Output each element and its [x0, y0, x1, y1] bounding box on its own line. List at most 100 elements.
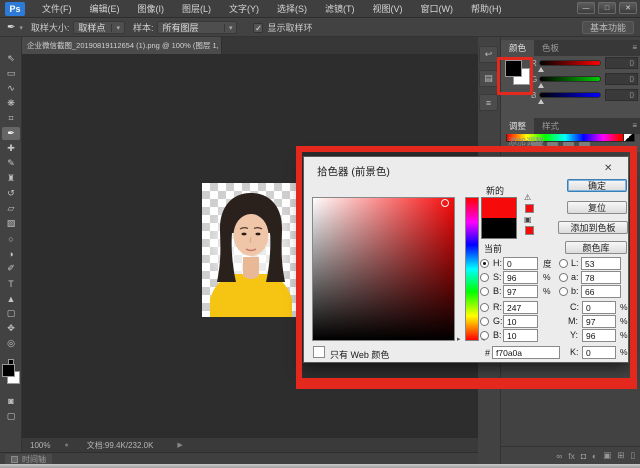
gamut-warning-icon[interactable]: ⚠: [524, 193, 531, 202]
b2-radio[interactable]: [480, 331, 489, 340]
close-icon[interactable]: ✕: [604, 163, 612, 174]
new-layer-icon[interactable]: ⊞: [617, 450, 624, 461]
web-only-checkbox[interactable]: [313, 346, 325, 358]
dodge-tool[interactable]: ◑: [2, 247, 20, 260]
color-field[interactable]: [312, 197, 455, 341]
crop-tool[interactable]: ⌗: [2, 112, 20, 125]
hue-slider[interactable]: [465, 197, 479, 341]
shape-tool[interactable]: ▢: [2, 307, 20, 320]
l-radio[interactable]: [559, 259, 568, 268]
type-tool[interactable]: T: [2, 277, 20, 290]
preset-caret-icon[interactable]: ▾: [19, 24, 23, 32]
green-value[interactable]: 0: [605, 73, 638, 85]
sample-layers-dropdown[interactable]: 所有图层 ▾: [157, 21, 237, 34]
gradient-tool[interactable]: ▨: [2, 217, 20, 230]
menu-image[interactable]: 图像(I): [129, 0, 174, 18]
color-field-marker-icon[interactable]: [441, 199, 449, 207]
tab-swatches[interactable]: 色板: [534, 40, 567, 56]
brush-tool[interactable]: ✎: [2, 157, 20, 170]
zoom-level[interactable]: 100%: [30, 441, 50, 450]
web-swatch[interactable]: [525, 226, 534, 235]
web-warning-icon[interactable]: ▣: [524, 215, 532, 224]
screen-mode-button[interactable]: ▢: [2, 410, 20, 423]
panel-menu-icon[interactable]: ≡: [632, 43, 637, 52]
quick-mask-button[interactable]: ◙: [2, 394, 20, 407]
k-input[interactable]: [582, 346, 616, 359]
menu-view[interactable]: 视图(V): [364, 0, 412, 18]
red-slider-thumb-icon[interactable]: [538, 67, 544, 72]
adjustment-icon[interactable]: [547, 142, 558, 151]
adjustment-icon[interactable]: [531, 142, 542, 151]
healing-brush-tool[interactable]: ✚: [2, 142, 20, 155]
s-radio[interactable]: [480, 273, 489, 282]
marquee-tool[interactable]: ▭: [2, 67, 20, 80]
y-input[interactable]: [582, 329, 616, 342]
menu-file[interactable]: 文件(F): [33, 0, 81, 18]
ok-button[interactable]: 确定: [567, 179, 627, 192]
menu-edit[interactable]: 编辑(E): [81, 0, 129, 18]
layer-style-icon[interactable]: fx: [568, 451, 575, 461]
link-layers-icon[interactable]: ∞: [556, 451, 562, 461]
add-to-swatches-button[interactable]: 添加到色板: [558, 221, 628, 234]
s-input[interactable]: [503, 271, 538, 284]
history-brush-tool[interactable]: ↺: [2, 187, 20, 200]
lab-b-input[interactable]: [581, 285, 621, 298]
red-value[interactable]: 0: [605, 57, 638, 69]
path-selection-tool[interactable]: ▲: [2, 292, 20, 305]
menu-window[interactable]: 窗口(W): [412, 0, 463, 18]
tab-color[interactable]: 颜色: [501, 40, 534, 56]
r-radio[interactable]: [480, 303, 489, 312]
history-panel-icon[interactable]: ↩: [479, 46, 498, 63]
a-input[interactable]: [581, 271, 621, 284]
tab-styles[interactable]: 样式: [534, 118, 567, 134]
c-input[interactable]: [582, 301, 616, 314]
gamut-swatch[interactable]: [525, 204, 534, 213]
foreground-color-swatch[interactable]: [2, 364, 15, 377]
show-sampling-ring-checkbox[interactable]: ✓: [253, 23, 263, 33]
delete-layer-icon[interactable]: ▯: [630, 450, 635, 461]
lasso-tool[interactable]: ∿: [2, 82, 20, 95]
menu-help[interactable]: 帮助(H): [462, 0, 511, 18]
eyedropper-tool[interactable]: ✒: [2, 127, 20, 140]
layer-group-icon[interactable]: ▣: [603, 450, 611, 461]
blue-value[interactable]: 0: [605, 89, 638, 101]
g-radio[interactable]: [480, 317, 489, 326]
color-libraries-button[interactable]: 颜色库: [565, 241, 627, 254]
a-radio[interactable]: [559, 273, 568, 282]
blur-tool[interactable]: ○: [2, 232, 20, 245]
clone-stamp-tool[interactable]: ♜: [2, 172, 20, 185]
status-menu-arrow-icon[interactable]: ▶: [177, 441, 182, 449]
workspace-button[interactable]: 基本功能: [582, 21, 634, 34]
info-panel-icon[interactable]: ≡: [479, 94, 498, 111]
move-tool[interactable]: ⇖: [2, 52, 20, 65]
eraser-tool[interactable]: ▱: [2, 202, 20, 215]
hex-input[interactable]: [492, 346, 560, 359]
eyedropper-preset-icon[interactable]: ✒: [7, 22, 15, 33]
h-input[interactable]: [503, 257, 538, 270]
adjustment-icon[interactable]: [563, 142, 574, 151]
properties-panel-icon[interactable]: ▤: [479, 70, 498, 87]
sample-size-dropdown[interactable]: 取样点 ▾: [73, 21, 125, 34]
minimize-button[interactable]: —: [577, 2, 595, 14]
adjustment-layer-icon[interactable]: ◐: [592, 451, 597, 461]
lab-b-radio[interactable]: [559, 287, 568, 296]
green-slider-thumb-icon[interactable]: [538, 83, 544, 88]
reset-button[interactable]: 复位: [567, 201, 627, 214]
quick-selection-tool[interactable]: ❋: [2, 97, 20, 110]
b-radio[interactable]: [480, 287, 489, 296]
blue-slider[interactable]: [539, 92, 601, 98]
b2-input[interactable]: [503, 329, 538, 342]
green-slider[interactable]: [539, 76, 601, 82]
image-document[interactable]: [202, 183, 300, 317]
document-tab[interactable]: 企业微信截图_20190819112654 (1).png @ 100% (图层…: [22, 37, 222, 54]
menu-filter[interactable]: 滤镜(T): [316, 0, 364, 18]
maximize-button[interactable]: □: [598, 2, 616, 14]
menu-select[interactable]: 选择(S): [268, 0, 316, 18]
h-radio[interactable]: [480, 259, 489, 268]
hue-thumb-left-icon[interactable]: ▸: [457, 335, 461, 343]
pen-tool[interactable]: ✐: [2, 262, 20, 275]
g-input[interactable]: [503, 315, 538, 328]
menu-layer[interactable]: 图层(L): [173, 0, 220, 18]
r-input[interactable]: [503, 301, 538, 314]
menu-type[interactable]: 文字(Y): [220, 0, 268, 18]
